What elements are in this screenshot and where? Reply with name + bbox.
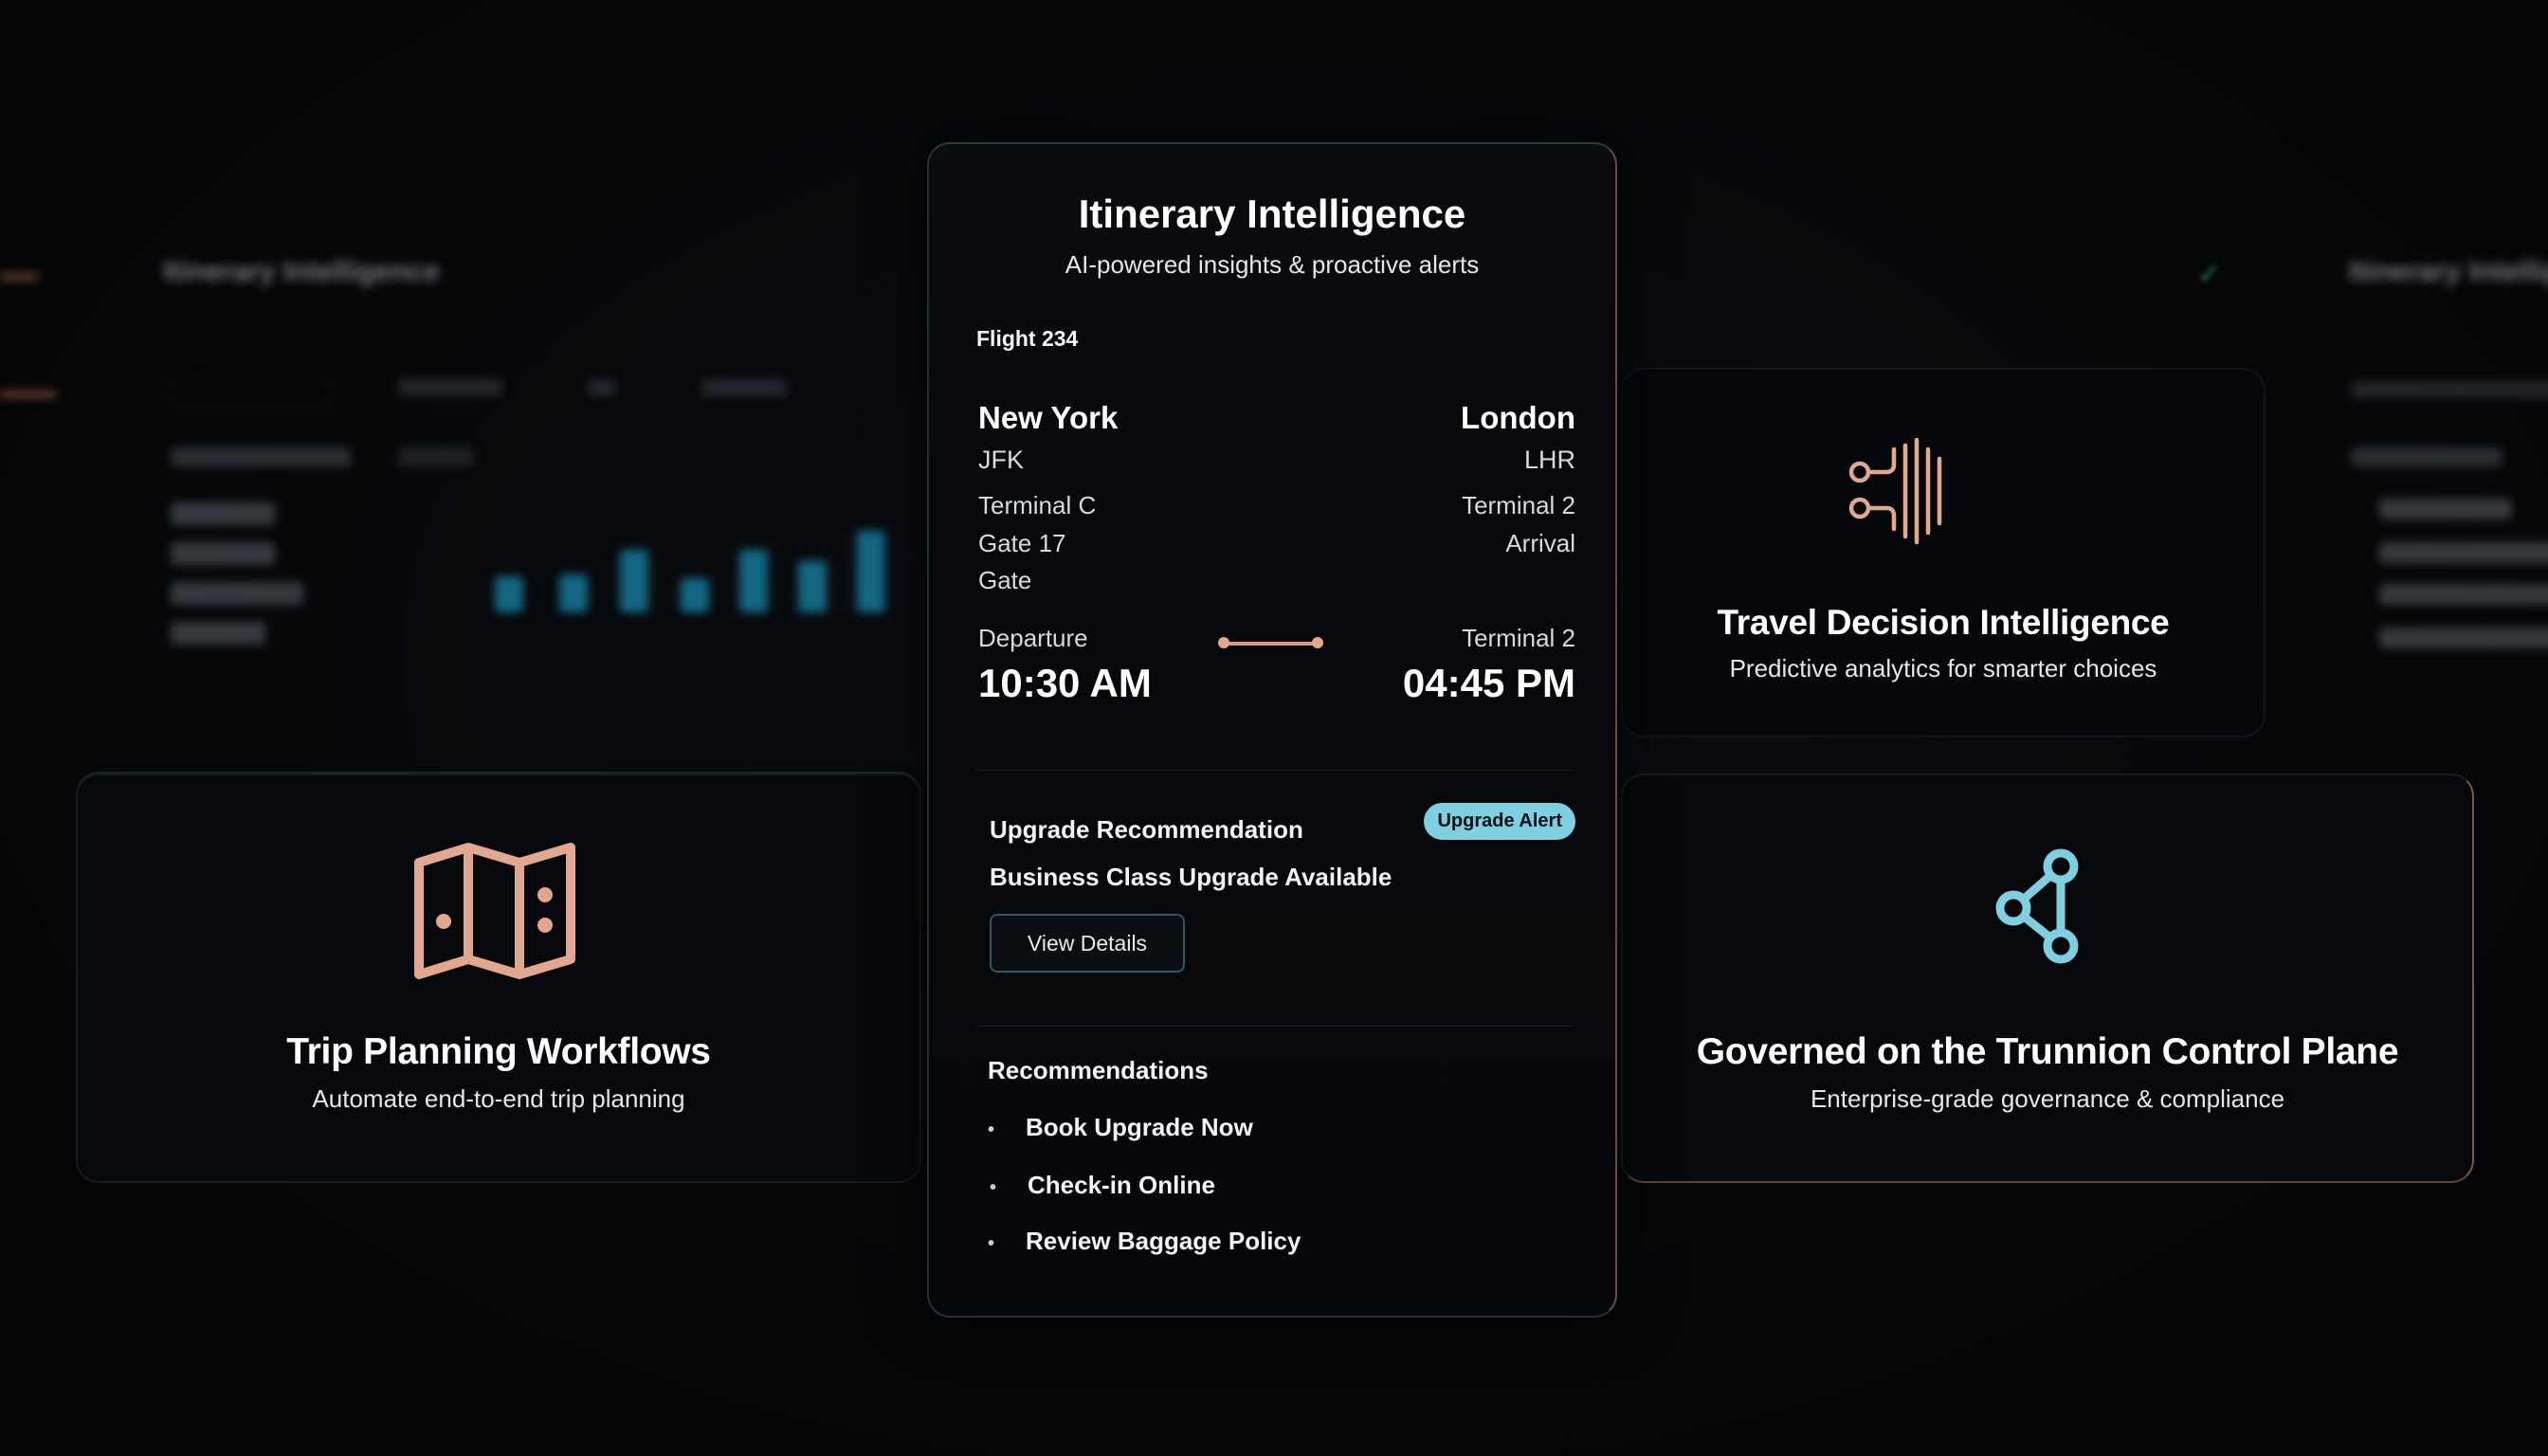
recommendation-label: Check-in Online [1028,1171,1215,1199]
bg-chart-bar [739,550,768,612]
bg-list-row [2379,542,2548,563]
governance-subtitle: Enterprise-grade governance & compliance [1810,1084,2285,1113]
share-network-icon [1993,847,2097,970]
bg-list-row [2379,584,2548,605]
bullet: • [988,1119,995,1140]
origin-gate: Gate 17 [978,529,1066,557]
view-details-button[interactable]: View Details [990,914,1185,973]
arrival-label: Arrival [1505,529,1575,557]
decision-intelligence-subtitle: Predictive analytics for smarter choices [1729,654,2157,682]
upgrade-title: Upgrade Recommendation [990,815,1303,844]
bullet: • [990,1177,997,1198]
recommendation-item[interactable]: • Book Upgrade Now [988,1113,1253,1142]
destination-airport-code: LHR [1523,446,1575,474]
departure-time: 10:30 AM [978,661,1152,705]
bg-chart-bar [857,531,885,612]
recommendation-item[interactable]: • Check-in Online [990,1171,1215,1200]
bg-section-title [2351,447,2502,466]
departure-label: Departure [978,624,1088,652]
bg-chart-bar [620,550,648,612]
origin-gate-label: Gate [978,566,1032,594]
trip-planning-subtitle: Automate end-to-end trip planning [312,1084,685,1113]
recommendation-label: Book Upgrade Now [1026,1113,1253,1141]
itinerary-card: Itinerary Intelligence AI-powered insigh… [927,142,1617,1318]
bg-dashboard-title: Itinerary Intelligence [163,256,440,287]
arrival-terminal-label: Terminal 2 [1462,624,1575,652]
origin-city: New York [978,400,1119,435]
bg-list-row [2379,628,2548,648]
bullet: • [988,1233,995,1254]
bg-section-title [398,447,474,466]
governance-card[interactable]: Governed on the Trunnion Control Plane E… [1621,774,2474,1183]
bg-chart-bar [798,561,827,612]
decision-intelligence-card[interactable]: Travel Decision Intelligence Predictive … [1621,368,2266,737]
bg-filter [588,379,616,396]
bg-orange-mark: ▬▬ [0,264,38,284]
destination-terminal: Terminal 2 [1462,491,1575,519]
upgrade-alert-badge: Upgrade Alert [1424,803,1575,840]
bg-dashboard-title: Itinerary Intelligence [2349,256,2548,287]
divider [976,1026,1574,1027]
itinerary-subtitle: AI-powered insights & proactive alerts [1065,250,1480,279]
bg-list-row [171,502,275,525]
app-stage: ▬▬ Itinerary Intelligence ▬▬▬ ✓ Itinerar… [0,0,2548,1456]
route-start-dot [1218,637,1229,648]
map-icon [413,842,576,985]
flight-number: Flight 234 [976,326,1079,351]
bg-filter-chip [171,377,334,406]
itinerary-title: Itinerary Intelligence [1078,191,1466,236]
data-stream-icon [1843,437,1956,556]
bg-list-row [2379,499,2512,519]
route-line [1223,642,1318,646]
route-end-dot [1312,637,1323,648]
bg-filter [398,379,502,396]
bg-section-title [171,447,351,466]
decision-intelligence-title: Travel Decision Intelligence [1717,603,2170,642]
bg-chart-bar [559,574,588,612]
bg-list-row [171,622,265,645]
background-dashboard-right: Itinerary Intelligence [2313,237,2548,673]
bg-list-row [171,582,303,605]
recommendation-label: Review Baggage Policy [1026,1227,1301,1255]
destination-city: London [1461,400,1575,435]
bg-chart-bar [681,578,709,612]
bg-filter [701,379,787,396]
origin-terminal: Terminal C [978,491,1097,519]
bg-filter [2351,381,2548,398]
bg-list-row [171,542,275,565]
bg-orange-tab: ▬▬▬ [0,381,57,402]
bg-check-icon: ✓ [2197,259,2222,290]
bg-chart-bar [495,576,523,612]
origin-airport-code: JFK [978,446,1025,474]
trip-planning-title: Trip Planning Workflows [286,1031,711,1072]
divider [976,770,1574,771]
upgrade-description: Business Class Upgrade Available [990,863,1392,891]
governance-title: Governed on the Trunnion Control Plane [1696,1031,2399,1072]
recommendations-title: Recommendations [988,1056,1209,1084]
background-dashboard-left: ▬▬ Itinerary Intelligence ▬▬▬ [0,228,929,673]
trip-planning-card[interactable]: Trip Planning Workflows Automate end-to-… [76,774,921,1183]
arrival-time: 04:45 PM [1402,661,1575,705]
recommendation-item[interactable]: • Review Baggage Policy [988,1227,1301,1256]
